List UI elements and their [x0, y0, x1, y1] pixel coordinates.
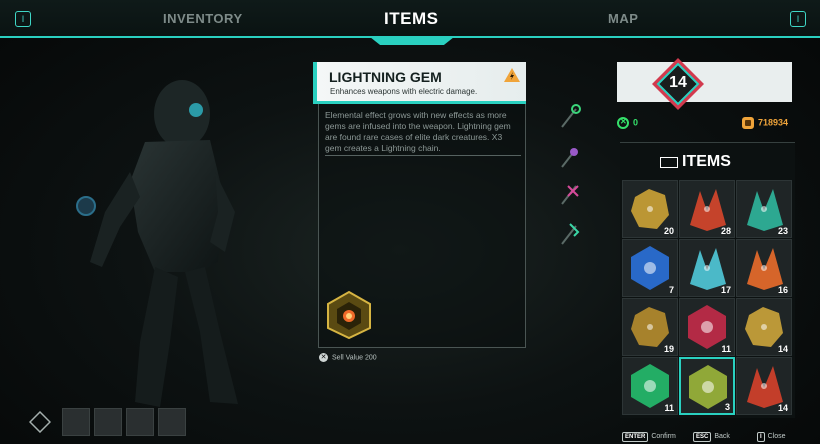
- green-currency-amount: 0: [633, 117, 639, 128]
- close-key: I: [757, 432, 765, 442]
- item-count: 16: [777, 285, 788, 295]
- items-grid-title: ITEMS: [682, 153, 731, 170]
- prev-tab-key[interactable]: I: [15, 11, 31, 27]
- items-category-icon: [660, 157, 678, 168]
- orange-currency: 718934: [742, 117, 788, 129]
- player-level: 14: [669, 74, 687, 91]
- gold-coin-icon: [742, 117, 754, 129]
- weapon-slot-magenta-icon[interactable]: [558, 180, 582, 206]
- item-slot-orange-crystal[interactable]: 16: [736, 239, 792, 297]
- sell-value-label: Sell Value 200: [332, 354, 377, 362]
- quick-slot-2[interactable]: [94, 408, 122, 436]
- item-count: 23: [777, 226, 788, 236]
- item-slot-blue-gem[interactable]: 7: [622, 239, 678, 297]
- item-subtitle: Enhances weapons with electric damage.: [330, 87, 478, 96]
- item-count: 11: [664, 403, 674, 413]
- item-slot-red-crystal[interactable]: 28: [679, 180, 735, 238]
- item-detail-header: LIGHTNING GEM Enhances weapons with elec…: [313, 62, 526, 104]
- green-currency: 0: [617, 117, 638, 129]
- item-slot-crimson-gem[interactable]: 11: [679, 298, 735, 356]
- warning-lightning-icon: [504, 68, 520, 82]
- hint-back-label: Back: [714, 433, 730, 440]
- weapon-slot-teal-icon[interactable]: [558, 220, 582, 246]
- item-count: 7: [668, 285, 674, 295]
- sell-key-icon: ✕: [319, 353, 328, 362]
- item-slot-cyan-crystal[interactable]: 17: [679, 239, 735, 297]
- tab-map[interactable]: MAP: [608, 0, 638, 38]
- hint-confirm[interactable]: ENTER Confirm: [622, 432, 676, 442]
- item-slot-gold-block[interactable]: 14: [736, 298, 792, 356]
- quick-slot-3[interactable]: [126, 408, 154, 436]
- weapon-slot-green-icon[interactable]: [558, 103, 582, 129]
- tab-inventory[interactable]: INVENTORY: [163, 0, 243, 38]
- item-slot-teal-crystal[interactable]: 23: [736, 180, 792, 238]
- item-count: 11: [721, 344, 731, 354]
- top-navigation-bar: I INVENTORY ITEMS MAP I: [0, 0, 820, 38]
- esc-key: ESC: [693, 432, 712, 442]
- character-model: [76, 80, 238, 407]
- lightning-gem-preview-icon: [327, 290, 371, 340]
- item-slot-green-gem[interactable]: 11: [622, 357, 678, 415]
- quick-menu-diamond-icon: [29, 411, 51, 433]
- enter-key: ENTER: [622, 432, 649, 442]
- item-count: 14: [777, 403, 788, 413]
- sell-value-row: ✕ Sell Value 200: [319, 353, 377, 362]
- item-slot-red-crystal-cluster[interactable]: 14: [736, 357, 792, 415]
- item-slot-gold-nugget[interactable]: 20: [622, 180, 678, 238]
- item-slot-lightning-gem[interactable]: 3: [679, 357, 735, 415]
- hint-close-label: Close: [767, 433, 786, 440]
- quick-slot-4[interactable]: [158, 408, 186, 436]
- item-count: 20: [663, 226, 674, 236]
- item-count: 17: [720, 285, 731, 295]
- hint-confirm-label: Confirm: [651, 433, 676, 440]
- quick-slot-1[interactable]: [62, 408, 90, 436]
- item-count: 28: [720, 226, 731, 236]
- item-count: 3: [724, 402, 730, 412]
- next-tab-key[interactable]: I: [790, 11, 806, 27]
- description-divider: [325, 155, 521, 156]
- green-token-icon: [617, 117, 629, 129]
- weapon-slot-purple-icon[interactable]: [558, 143, 582, 169]
- tab-items[interactable]: ITEMS: [384, 0, 438, 38]
- item-title: LIGHTNING GEM: [329, 69, 442, 85]
- hint-back[interactable]: ESC Back: [693, 432, 730, 442]
- orange-currency-amount: 718934: [758, 117, 789, 128]
- hint-close[interactable]: I Close: [757, 432, 786, 442]
- item-description: Elemental effect grows with new effects …: [325, 110, 511, 153]
- item-count: 19: [663, 344, 674, 354]
- item-slot-gold-ore[interactable]: 19: [622, 298, 678, 356]
- item-count: 14: [777, 344, 788, 354]
- active-tab-indicator: [370, 37, 454, 45]
